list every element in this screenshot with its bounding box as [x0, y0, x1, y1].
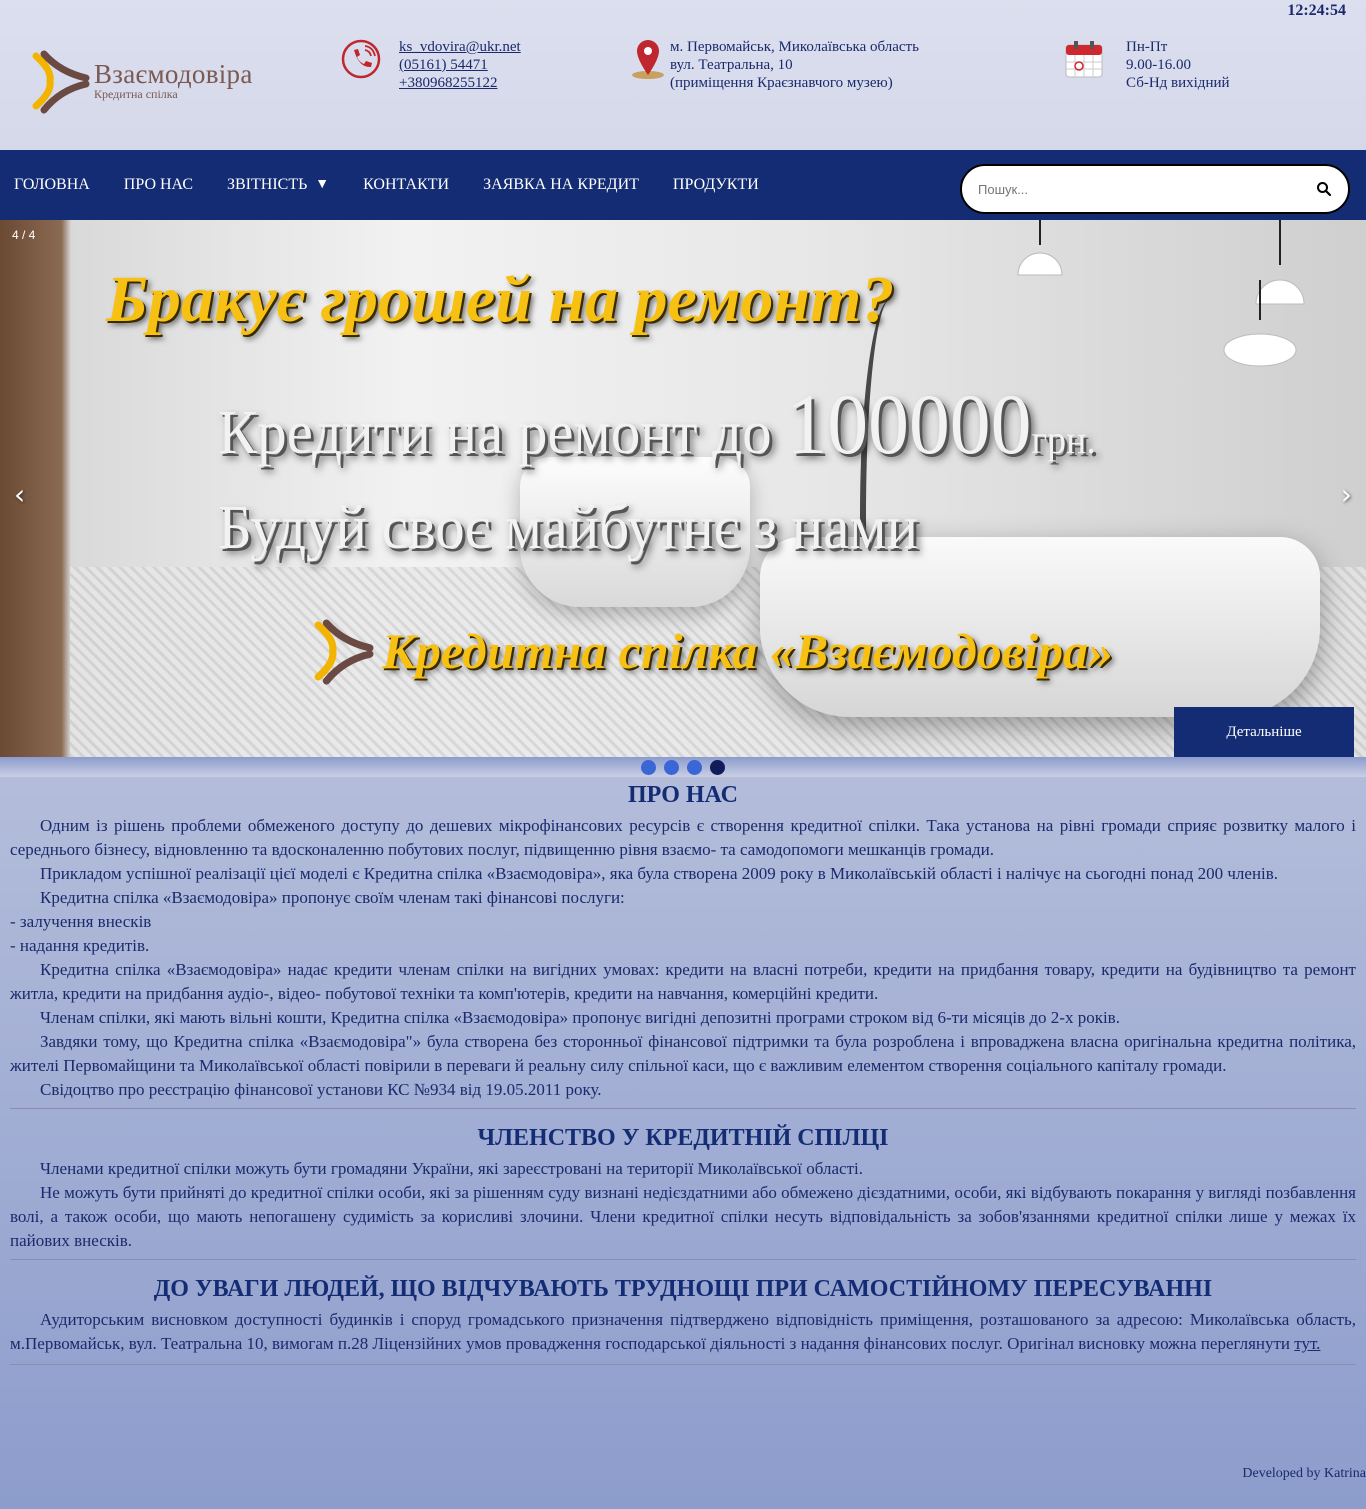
pendant-lamp-icon [1223, 280, 1297, 367]
slide-brand-text: Кредитна спілка «Взаємодовіра» [382, 623, 1114, 679]
nav-item-loan-application[interactable]: ЗАЯВКА НА КРЕДИТ [466, 176, 656, 194]
phone-mobile-link[interactable]: +380968255122 [399, 74, 521, 92]
calendar-icon [1065, 41, 1103, 78]
about-paragraph: Кредитна спілка «Взаємодовіра» пропонує … [40, 888, 625, 907]
accessibility-section: ДО УВАГИ ЛЮДЕЙ, ЩО ВІДЧУВАЮТЬ ТРУДНОЩІ П… [10, 1274, 1356, 1356]
nav-item-about-label: ПРО НАС [123, 176, 193, 193]
nav-item-home-label: ГОЛОВНА [14, 176, 90, 193]
membership-section: ЧЛЕНСТВО У КРЕДИТНІЙ СПІЛЦІ Членами кред… [10, 1123, 1356, 1253]
about-paragraph: Свідоцтво про реєстрацію фінансової уста… [40, 1080, 602, 1099]
hours-days: Пн-Пт [1126, 39, 1168, 55]
address-line-3: (приміщення Краєзнавчого музею) [670, 75, 893, 91]
slide-brand: Кредитна спілка «Взаємодовіра» [312, 616, 1113, 686]
address-line-2: вул. Театральна, 10 [670, 57, 793, 73]
contact-hours-block: Пн-Пт 9.00-16.00 Сб-Нд вихідний [1064, 38, 1230, 92]
membership-paragraph: Не можуть бути прийняті до кредитної спі… [10, 1183, 1356, 1250]
about-list-item: - залучення внесків [10, 912, 152, 931]
logo-title: Взаємодовіра [94, 59, 253, 89]
accessibility-paragraph: Аудиторським висновком доступності будин… [10, 1308, 1356, 1356]
details-button[interactable]: Детальніше [1174, 707, 1354, 757]
logo-subtitle: Кредитна спілка [94, 87, 178, 101]
about-paragraph: Завдяки тому, що Кредитна спілка «Взаємо… [10, 1032, 1356, 1075]
nav-item-loan-application-label: ЗАЯВКА НА КРЕДИТ [483, 176, 639, 193]
address-line-1: м. Первомайськ, Миколаївська область [670, 39, 919, 55]
accessibility-text: Аудиторським висновком доступності будин… [10, 1310, 1356, 1353]
logo[interactable]: Взаємодовіра Кредитна спілка [30, 48, 253, 114]
nav-item-products-label: ПРОДУКТИ [672, 176, 759, 193]
hours-time: 9.00-16.00 [1126, 57, 1191, 73]
about-title: ПРО НАС [628, 782, 738, 808]
header: Взаємодовіра Кредитна спілка ks_vdovira@… [0, 0, 1366, 150]
membership-paragraph: Членами кредитної спілки можуть бути гро… [40, 1159, 863, 1178]
phone-city-link[interactable]: (05161) 54471 [399, 56, 521, 74]
contact-phone-block: ks_vdovira@ukr.net (05161) 54471 +380968… [340, 38, 521, 92]
footer-credit: Developed by Katrina [1242, 1466, 1366, 1481]
logo-mark-icon [314, 619, 374, 685]
slide-line1-unit: грн. [1031, 417, 1096, 462]
phone-icon [341, 39, 381, 79]
pendant-lamp-icon [1017, 220, 1063, 276]
map-pin-icon [632, 40, 664, 79]
slider-next-arrow[interactable]: › [1341, 478, 1352, 511]
search-icon[interactable] [1316, 181, 1332, 197]
email-link[interactable]: ks_vdovira@ukr.net [399, 38, 521, 56]
nav-item-contacts[interactable]: КОНТАКТИ [346, 176, 466, 194]
nav-item-contacts-label: КОНТАКТИ [363, 176, 450, 193]
slide-line1-amount: 100000 [786, 376, 1032, 472]
conclusion-link[interactable]: тут. [1294, 1334, 1320, 1353]
logo-mark-icon [32, 50, 90, 114]
slide-counter: 4 / 4 [12, 228, 36, 242]
accessibility-title: ДО УВАГИ ЛЮДЕЙ, ЩО ВІДЧУВАЮТЬ ТРУДНОЩІ П… [153, 1276, 1213, 1302]
search-input[interactable] [978, 181, 1308, 197]
hours-weekend: Сб-Нд вихідний [1126, 75, 1230, 91]
about-list-item: - надання кредитів. [10, 936, 150, 955]
contact-address-block: м. Первомайськ, Миколаївська область вул… [630, 38, 919, 92]
about-section: ПРО НАС Одним із рішень проблеми обмежен… [10, 780, 1356, 1102]
about-paragraph: Одним із рішень проблеми обмеженого дост… [10, 816, 1356, 859]
divider [10, 1364, 1356, 1365]
nav-item-reports-label: ЗВІТНІСТЬ [226, 176, 308, 193]
nav-item-products[interactable]: ПРОДУКТИ [656, 176, 776, 194]
about-paragraph: Членам спілки, які мають вільні кошти, К… [40, 1008, 1120, 1027]
slider-dot[interactable] [641, 759, 656, 775]
nav-item-reports[interactable]: ЗВІТНІСТЬ ▼ [210, 176, 346, 194]
slider-dot[interactable] [664, 759, 679, 775]
membership-title: ЧЛЕНСТВО У КРЕДИТНІЙ СПІЛЦІ [477, 1125, 889, 1151]
chevron-down-icon: ▼ [315, 177, 330, 192]
main-content: ПРО НАС Одним із рішень проблеми обмежен… [10, 780, 1356, 1379]
slider-dot[interactable] [710, 759, 725, 775]
main-nav: ГОЛОВНА ПРО НАС ЗВІТНІСТЬ ▼ КОНТАКТИ ЗАЯВ… [0, 150, 1366, 220]
about-paragraph: Прикладом успішної реалізації цієї модел… [40, 864, 1279, 883]
slide-subheadline: Кредити на ремонт до 100000грн. Будуй св… [218, 380, 1168, 572]
slide-headline: Бракує грошей на ремонт? [106, 263, 895, 336]
nav-item-home[interactable]: ГОЛОВНА [0, 176, 107, 194]
slider-dot[interactable] [687, 759, 702, 775]
divider [10, 1259, 1356, 1260]
slide-line2: Будуй своє майбутнє з нами [218, 494, 919, 562]
slide-line1-text: Кредити на ремонт до [218, 399, 787, 467]
slider-dots [0, 757, 1366, 777]
divider [10, 1108, 1356, 1109]
about-paragraph: Кредитна спілка «Взаємодовіра» надає кре… [10, 960, 1356, 1003]
hero-slider: 4 / 4 Бракує грошей на ремонт? Кредити н… [0, 220, 1366, 757]
slider-prev-arrow[interactable]: ‹ [14, 478, 25, 511]
search-box [960, 164, 1350, 214]
nav-item-about[interactable]: ПРО НАС [107, 176, 210, 194]
